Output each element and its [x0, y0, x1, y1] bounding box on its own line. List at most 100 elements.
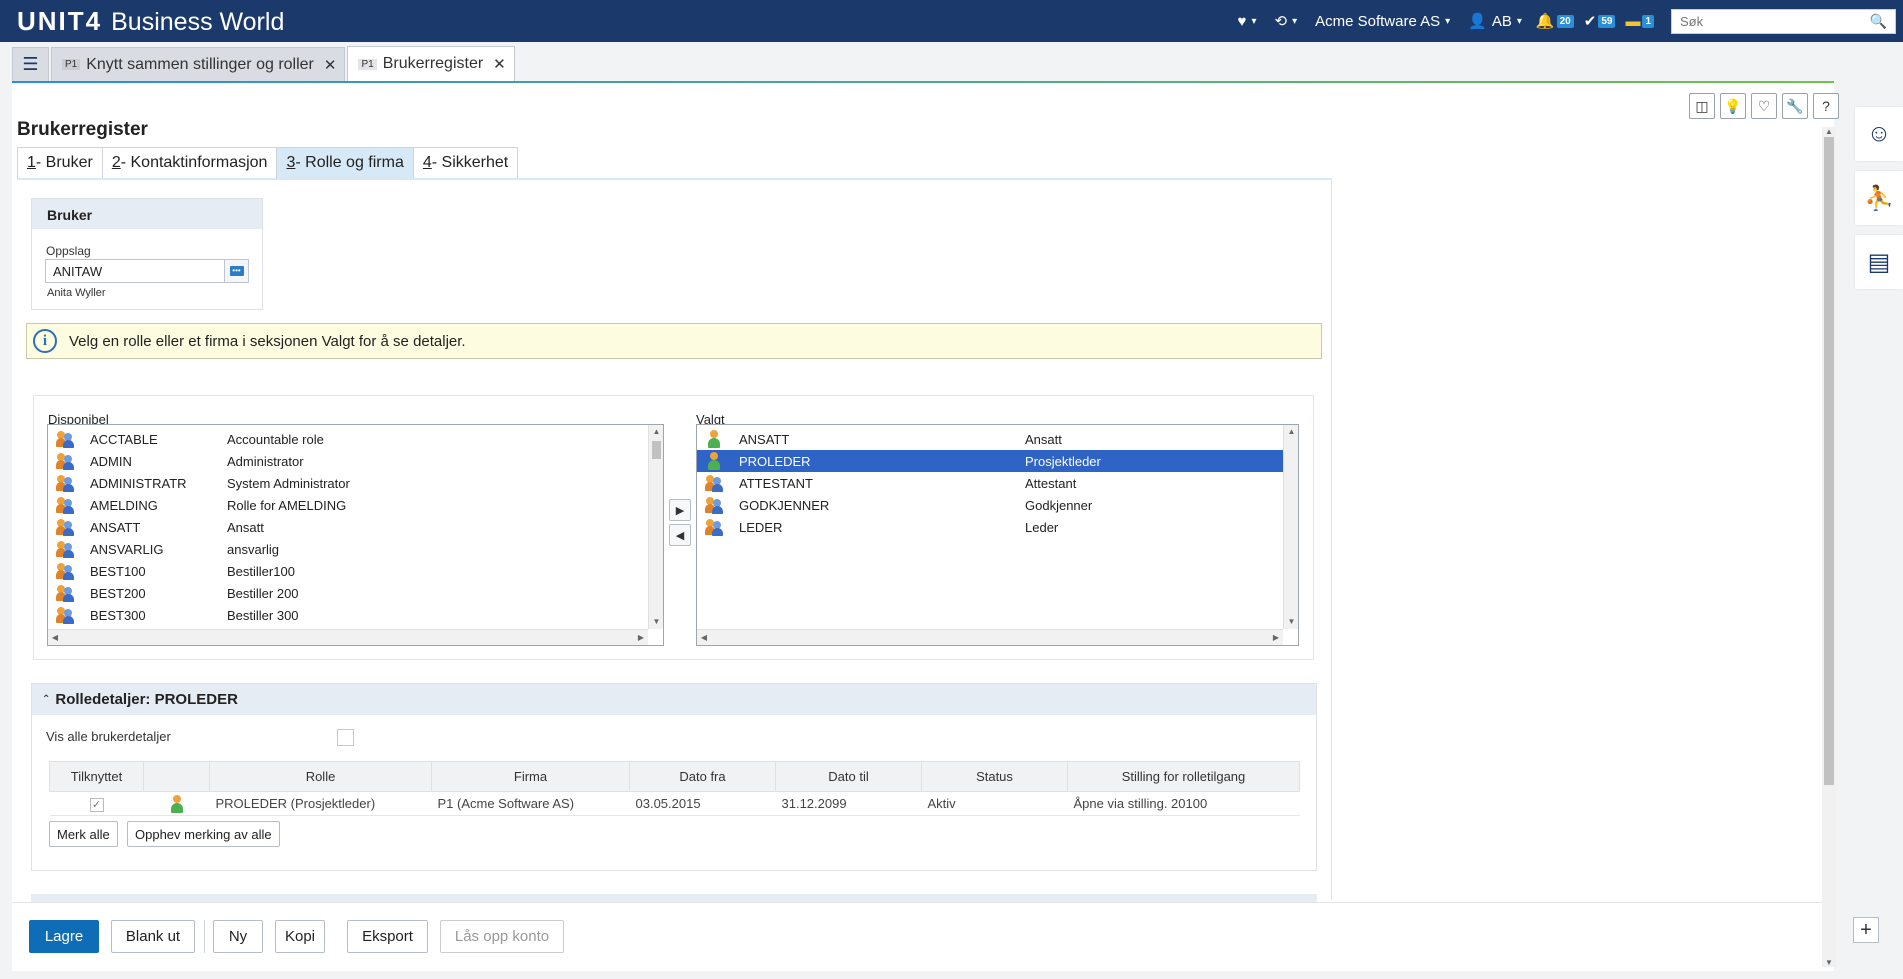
- list-item[interactable]: LEDER Leder: [697, 516, 1298, 538]
- list-item[interactable]: ANSATT Ansatt: [48, 516, 663, 538]
- role-name: Rolle for AMELDING: [227, 497, 347, 513]
- horizontal-scrollbar[interactable]: ◀ ▶: [48, 629, 648, 645]
- column-header[interactable]: Stilling for rolletilgang: [1067, 761, 1300, 792]
- list-item[interactable]: ADMINISTRATR System Administrator: [48, 472, 663, 494]
- help-icon[interactable]: ?: [1813, 93, 1839, 119]
- wrench-icon[interactable]: 🔧: [1782, 93, 1808, 119]
- tab-sikkerhet[interactable]: 4 - Sikkerhet: [412, 147, 519, 178]
- next-section-header[interactable]: [31, 894, 1317, 902]
- role-details-title: Rolledetaljer: PROLEDER: [55, 691, 238, 708]
- user-network-icon[interactable]: ⛹: [1855, 171, 1903, 225]
- user-menu[interactable]: 👤 AB ▾: [1459, 0, 1531, 42]
- table-row[interactable]: ✓ PROLEDER (Prosjektleder) P1 (Acme Soft…: [49, 791, 1300, 816]
- scroll-right-icon[interactable]: ▶: [634, 630, 648, 645]
- connected-checkbox[interactable]: ✓: [89, 797, 104, 812]
- tab-bruker[interactable]: 1 - Bruker: [17, 147, 103, 178]
- close-icon[interactable]: ✕: [493, 55, 506, 73]
- assistant-icon[interactable]: ☺: [1855, 107, 1903, 161]
- list-item[interactable]: ADMIN Administrator: [48, 450, 663, 472]
- scroll-right-icon[interactable]: ▶: [1269, 630, 1283, 645]
- vertical-scrollbar[interactable]: ▲ ▼: [1283, 425, 1298, 629]
- scroll-down-icon[interactable]: ▼: [649, 615, 663, 629]
- list-item[interactable]: PROLEDER Prosjektleder: [697, 450, 1298, 472]
- tab-label: - Sikkerhet: [431, 154, 509, 171]
- list-item[interactable]: GODKJENNER Godkjenner: [697, 494, 1298, 516]
- vertical-scrollbar[interactable]: ▲ ▼: [648, 425, 663, 629]
- list-item[interactable]: ANSVARLIG ansvarlig: [48, 538, 663, 560]
- scroll-thumb[interactable]: [1824, 137, 1834, 785]
- column-header[interactable]: Tilknyttet: [49, 761, 144, 792]
- global-search[interactable]: 🔍: [1671, 8, 1896, 34]
- unmark-all-button[interactable]: Opphev merking av alle: [127, 821, 280, 847]
- user-group-icon: [705, 496, 723, 514]
- role-code: GODKJENNER: [739, 497, 830, 513]
- scroll-left-icon[interactable]: ◀: [697, 630, 711, 645]
- chat-icon: ▬: [1625, 12, 1641, 30]
- available-list[interactable]: ACCTABLE Accountable role ADMIN Administrat…: [47, 424, 664, 646]
- column-header: [143, 761, 210, 792]
- unlock-account-button: Lås opp konto: [440, 920, 564, 953]
- doc-tab-knytt-sammen[interactable]: P1 Knytt sammen stillinger og roller ✕: [51, 47, 346, 82]
- search-input[interactable]: [1680, 13, 1870, 29]
- page-scrollbar[interactable]: ▲ ▼: [1822, 127, 1836, 967]
- tasks-button[interactable]: ✔ 59: [1579, 0, 1621, 42]
- scroll-down-icon[interactable]: ▼: [1822, 958, 1836, 967]
- role-name: Accountable role: [227, 431, 324, 447]
- scroll-up-icon[interactable]: ▲: [649, 425, 663, 439]
- export-button[interactable]: Eksport: [347, 920, 428, 953]
- page-title: Brukerregister: [17, 119, 148, 140]
- lightbulb-icon[interactable]: 💡: [1720, 93, 1746, 119]
- mark-all-button[interactable]: Merk alle: [49, 821, 118, 847]
- selected-list[interactable]: ANSATT Ansatt PROLEDER Prosjektleder ATTESTA…: [696, 424, 1299, 646]
- add-role-button[interactable]: ▶: [669, 499, 691, 521]
- list-item[interactable]: AMELDING Rolle for AMELDING: [48, 494, 663, 516]
- list-item[interactable]: BEST300 Bestiller 300: [48, 604, 663, 626]
- user-lookup-input[interactable]: [46, 260, 224, 282]
- connected-cell[interactable]: ✓: [49, 791, 144, 816]
- favorites-menu[interactable]: ♥ ▾: [1229, 0, 1266, 42]
- column-header[interactable]: Status: [921, 761, 1068, 792]
- scroll-thumb[interactable]: [652, 441, 661, 459]
- scroll-up-icon[interactable]: ▲: [1822, 127, 1836, 136]
- close-icon[interactable]: ✕: [324, 56, 337, 74]
- save-button[interactable]: Lagre: [29, 920, 99, 953]
- column-header[interactable]: Rolle: [209, 761, 432, 792]
- blank-button[interactable]: Blank ut: [111, 920, 195, 953]
- history-menu[interactable]: ⟲ ▾: [1265, 0, 1306, 42]
- remove-role-button[interactable]: ◀: [669, 524, 691, 546]
- tab-rolle-og-firma[interactable]: 3 - Rolle og firma: [276, 147, 414, 178]
- scroll-left-icon[interactable]: ◀: [48, 630, 62, 645]
- collapse-chevron-icon[interactable]: ⌃: [42, 694, 50, 705]
- messages-button[interactable]: ▬ 1: [1620, 0, 1659, 42]
- app-logo[interactable]: UNIT4 Business World: [17, 6, 284, 37]
- scroll-down-icon[interactable]: ▼: [1284, 615, 1298, 629]
- list-item[interactable]: ACCTABLE Accountable role: [48, 428, 663, 450]
- tab-kontaktinformasjon[interactable]: 2 - Kontaktinformasjon: [101, 147, 278, 178]
- dato-fra-cell[interactable]: 03.05.2015: [629, 791, 776, 816]
- list-item[interactable]: ATTESTANT Attestant: [697, 472, 1298, 494]
- scroll-up-icon[interactable]: ▲: [1284, 425, 1298, 439]
- column-header[interactable]: Dato fra: [629, 761, 776, 792]
- column-header[interactable]: Firma: [431, 761, 630, 792]
- details-panel-icon[interactable]: ▤: [1855, 235, 1903, 289]
- layout-toggle-icon[interactable]: ◫: [1689, 93, 1715, 119]
- notifications-button[interactable]: 🔔 20: [1531, 0, 1579, 42]
- new-button[interactable]: Ny: [213, 920, 263, 953]
- company-selector[interactable]: Acme Software AS ▾: [1306, 0, 1459, 42]
- list-item[interactable]: BEST200 Bestiller 200: [48, 582, 663, 604]
- show-all-checkbox[interactable]: [337, 729, 354, 746]
- dato-til-cell[interactable]: 31.12.2099: [775, 791, 922, 816]
- list-item[interactable]: ANSATT Ansatt: [697, 428, 1298, 450]
- lookup-button[interactable]: •••: [224, 260, 248, 282]
- search-icon[interactable]: 🔍: [1870, 13, 1887, 30]
- add-panel-button[interactable]: +: [1853, 917, 1879, 943]
- horizontal-scrollbar[interactable]: ◀ ▶: [697, 629, 1283, 645]
- favorite-heart-icon[interactable]: ♡: [1751, 93, 1777, 119]
- column-header[interactable]: Dato til: [775, 761, 922, 792]
- doc-tab-brukerregister[interactable]: P1 Brukerregister ✕: [347, 46, 515, 82]
- list-item[interactable]: BEST100 Bestiller100: [48, 560, 663, 582]
- menu-list-button[interactable]: ☰: [12, 47, 49, 82]
- user-group-icon: [56, 430, 74, 448]
- section-heading[interactable]: ⌃ Rolledetaljer: PROLEDER: [32, 684, 1316, 715]
- copy-button[interactable]: Kopi: [275, 920, 325, 953]
